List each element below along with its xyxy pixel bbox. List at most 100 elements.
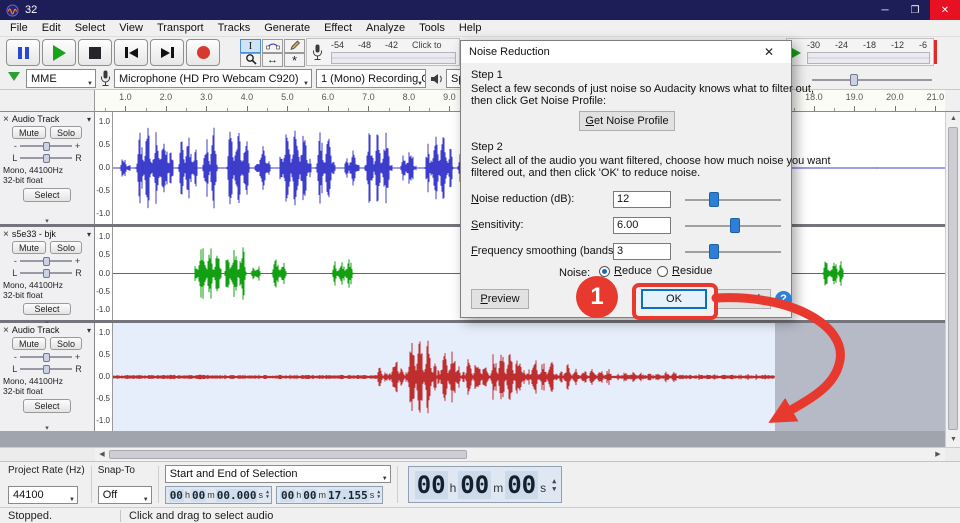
- amplitude-scale[interactable]: 1.00.50.0-0.5-1.0: [95, 323, 113, 431]
- zoom-tool-button[interactable]: [240, 53, 261, 67]
- snap-to-select[interactable]: Off: [98, 486, 152, 504]
- selection-end-field[interactable]: 00h 00m 17.155s: [276, 486, 383, 504]
- menu-help[interactable]: Help: [452, 22, 489, 34]
- spinner-icon[interactable]: [266, 490, 269, 500]
- menu-edit[interactable]: Edit: [35, 22, 68, 34]
- track-menu-caret-icon[interactable]: [87, 325, 91, 335]
- menu-transport[interactable]: Transport: [150, 22, 211, 34]
- pan-slider[interactable]: LR: [3, 364, 91, 374]
- slider-thumb[interactable]: [43, 257, 50, 266]
- menu-effect[interactable]: Effect: [317, 22, 359, 34]
- track-menu-caret-icon[interactable]: [87, 114, 91, 124]
- scroll-right-arrow[interactable]: ▶: [931, 448, 945, 461]
- track-collapse-icon[interactable]: [3, 215, 91, 222]
- mute-button[interactable]: Mute: [12, 241, 46, 254]
- mute-button[interactable]: Mute: [12, 126, 46, 139]
- minimize-button[interactable]: ─: [870, 0, 900, 20]
- recording-meter[interactable]: -54-48-42 Click to: [306, 38, 460, 66]
- record-button[interactable]: [186, 39, 220, 66]
- track-select-button[interactable]: Select: [23, 303, 70, 315]
- slider-thumb[interactable]: [850, 74, 858, 86]
- slider-thumb[interactable]: [43, 154, 50, 163]
- track-menu-caret-icon[interactable]: [87, 229, 91, 239]
- time-shift-tool-button[interactable]: [262, 53, 283, 67]
- menu-generate[interactable]: Generate: [257, 22, 317, 34]
- solo-button[interactable]: Solo: [50, 126, 82, 139]
- menu-file[interactable]: File: [3, 22, 35, 34]
- stop-button[interactable]: [78, 39, 112, 66]
- preview-button[interactable]: Preview: [471, 289, 529, 309]
- noise-reduction-input[interactable]: 12: [613, 191, 671, 208]
- selection-tool-button[interactable]: [240, 39, 261, 53]
- horizontal-scrollbar-thumb[interactable]: [109, 450, 467, 459]
- multi-tool-button[interactable]: [284, 53, 305, 67]
- frequency-smoothing-slider[interactable]: [685, 243, 781, 260]
- spinner-icon[interactable]: [552, 477, 556, 493]
- dialog-close-button[interactable]: ✕: [755, 45, 783, 59]
- slider-thumb[interactable]: [43, 269, 50, 278]
- input-device-select[interactable]: Microphone (HD Pro Webcam C920): [114, 69, 312, 88]
- menu-tracks[interactable]: Tracks: [211, 22, 258, 34]
- pinned-play-head-icon[interactable]: [8, 72, 20, 81]
- envelope-tool-button[interactable]: [262, 39, 283, 53]
- skip-to-start-button[interactable]: [114, 39, 148, 66]
- playback-meter[interactable]: -30-24-18-12-6: [786, 38, 934, 66]
- gain-slider[interactable]: -+: [3, 141, 91, 151]
- slider-thumb[interactable]: [709, 192, 719, 207]
- pan-slider[interactable]: LR: [3, 268, 91, 278]
- track-close-button[interactable]: ×: [3, 230, 9, 239]
- audio-position-display[interactable]: 00h 00m 00s: [408, 466, 563, 503]
- noise-reduction-slider[interactable]: [685, 191, 781, 208]
- pause-button[interactable]: [6, 39, 40, 66]
- menu-select[interactable]: Select: [68, 22, 113, 34]
- pan-slider[interactable]: LR: [3, 153, 91, 163]
- mute-button[interactable]: Mute: [12, 337, 46, 350]
- menu-view[interactable]: View: [112, 22, 150, 34]
- scroll-up-arrow[interactable]: ▲: [946, 112, 960, 126]
- audio-host-select[interactable]: MME: [26, 69, 96, 88]
- sensitivity-slider[interactable]: [685, 217, 781, 234]
- amplitude-scale[interactable]: 1.00.50.0-0.5-1.0: [95, 112, 113, 224]
- close-button[interactable]: ✕: [930, 0, 960, 20]
- solo-button[interactable]: Solo: [50, 337, 82, 350]
- slider-thumb[interactable]: [43, 353, 50, 362]
- residue-radio[interactable]: Residue: [657, 265, 712, 277]
- slider-thumb[interactable]: [43, 365, 50, 374]
- skip-to-end-button[interactable]: [150, 39, 184, 66]
- track-select-button[interactable]: Select: [23, 399, 70, 413]
- maximize-button[interactable]: ❐: [900, 0, 930, 20]
- vertical-scrollbar[interactable]: ▲ ▼: [945, 112, 960, 447]
- slider-thumb[interactable]: [43, 142, 50, 151]
- track-name[interactable]: Audio Track: [12, 325, 84, 335]
- amplitude-scale[interactable]: 1.00.50.0-0.5-1.0: [95, 227, 113, 320]
- track-close-button[interactable]: ×: [3, 326, 9, 335]
- get-noise-profile-button[interactable]: Get Noise Profile: [579, 111, 675, 131]
- selection-mode-select[interactable]: Start and End of Selection: [165, 465, 391, 483]
- solo-button[interactable]: Solo: [50, 241, 82, 254]
- horizontal-scrollbar[interactable]: ◀ ▶: [95, 447, 945, 461]
- playback-volume-slider[interactable]: [812, 74, 932, 86]
- track-name[interactable]: s5e33 - bjk: [12, 229, 84, 239]
- menu-analyze[interactable]: Analyze: [359, 22, 412, 34]
- slider-thumb[interactable]: [709, 244, 719, 259]
- slider-thumb[interactable]: [730, 218, 740, 233]
- gain-slider[interactable]: -+: [3, 256, 91, 266]
- track-close-button[interactable]: ×: [3, 115, 9, 124]
- frequency-smoothing-input[interactable]: 3: [613, 243, 671, 260]
- selection-start-field[interactable]: 00h 00m 00.000s: [165, 486, 272, 504]
- play-button[interactable]: [42, 39, 76, 66]
- reduce-radio[interactable]: Reduce: [599, 265, 652, 277]
- scroll-down-arrow[interactable]: ▼: [946, 433, 960, 447]
- sensitivity-input[interactable]: 6.00: [613, 217, 671, 234]
- spinner-icon[interactable]: [377, 490, 380, 500]
- gain-slider[interactable]: -+: [3, 352, 91, 362]
- dialog-title-bar[interactable]: Noise Reduction ✕: [461, 41, 791, 63]
- vertical-scrollbar-thumb[interactable]: [948, 127, 958, 430]
- title-bar[interactable]: 32 ─ ❐ ✕: [0, 0, 960, 20]
- scroll-left-arrow[interactable]: ◀: [95, 448, 109, 461]
- draw-tool-button[interactable]: [284, 39, 305, 53]
- project-rate-select[interactable]: 44100: [8, 486, 78, 504]
- input-channels-select[interactable]: 1 (Mono) Recording Chann: [316, 69, 426, 88]
- track-name[interactable]: Audio Track: [12, 114, 84, 124]
- track-select-button[interactable]: Select: [23, 188, 70, 202]
